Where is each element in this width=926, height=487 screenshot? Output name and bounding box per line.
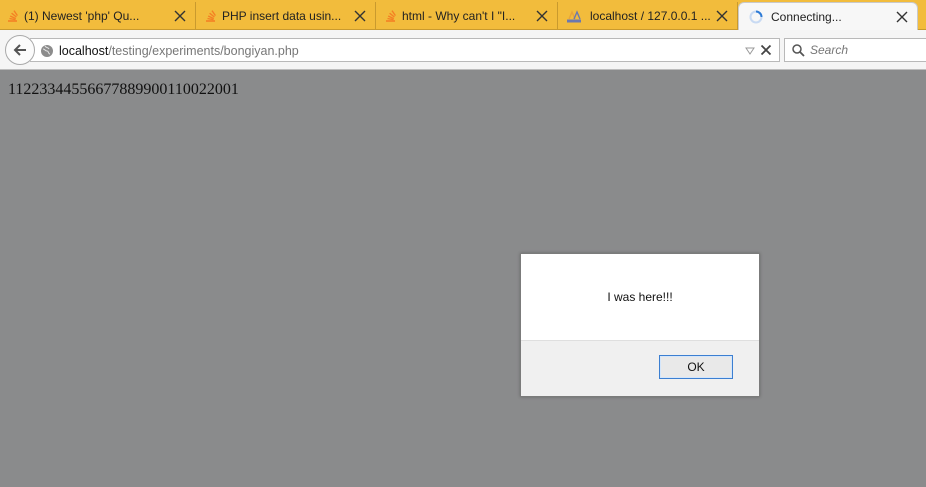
url-path: /testing/experiments/bongiyan.php [108, 44, 299, 58]
url-text[interactable]: localhost/testing/experiments/bongiyan.p… [59, 44, 299, 58]
close-icon[interactable] [715, 9, 729, 23]
url-host: localhost [59, 44, 109, 58]
tab-title: (1) Newest 'php' Qu... [24, 9, 140, 23]
globe-icon[interactable] [40, 44, 54, 58]
tab-title: localhost / 127.0.0.1 ... [590, 9, 711, 23]
address-bar[interactable]: localhost/testing/experiments/bongiyan.p… [30, 38, 780, 62]
alert-footer: OK [521, 340, 759, 396]
tab-connecting[interactable]: Connecting... [738, 2, 918, 31]
phpmyadmin-icon [567, 10, 581, 23]
page-content: 11223344556677889900110022001 [0, 71, 926, 487]
stackoverflow-icon [8, 10, 18, 22]
tab-title: Connecting... [771, 10, 842, 24]
ok-button[interactable]: OK [659, 355, 733, 379]
stackoverflow-icon [386, 10, 396, 22]
page-output-text: 11223344556677889900110022001 [8, 81, 239, 98]
tab-title: html - Why can't I "I... [402, 9, 516, 23]
tab-strip: (1) Newest 'php' Qu... PHP insert data u… [0, 0, 926, 31]
search-icon [792, 44, 805, 57]
tab-localhost-pma[interactable]: localhost / 127.0.0.1 ... [560, 2, 738, 30]
alert-message: I was here!!! [607, 290, 673, 304]
back-button[interactable] [5, 35, 35, 65]
close-icon[interactable] [353, 9, 367, 23]
close-icon[interactable] [895, 10, 909, 24]
history-dropdown-icon[interactable] [745, 47, 755, 55]
stop-loading-icon[interactable] [760, 44, 772, 56]
tab-newest-php[interactable]: (1) Newest 'php' Qu... [0, 2, 196, 30]
search-bar[interactable] [784, 38, 926, 62]
search-input[interactable] [810, 42, 920, 58]
tab-html-why[interactable]: html - Why can't I "I... [378, 2, 558, 30]
back-arrow-icon [13, 44, 26, 56]
loading-spinner-icon [749, 10, 763, 24]
close-icon[interactable] [173, 9, 187, 23]
tab-title: PHP insert data usin... [222, 9, 342, 23]
tab-php-insert[interactable]: PHP insert data usin... [198, 2, 376, 30]
alert-dialog: I was here!!! OK [520, 253, 760, 397]
navigation-bar: localhost/testing/experiments/bongiyan.p… [0, 30, 926, 70]
stackoverflow-icon [206, 10, 216, 22]
close-icon[interactable] [535, 9, 549, 23]
